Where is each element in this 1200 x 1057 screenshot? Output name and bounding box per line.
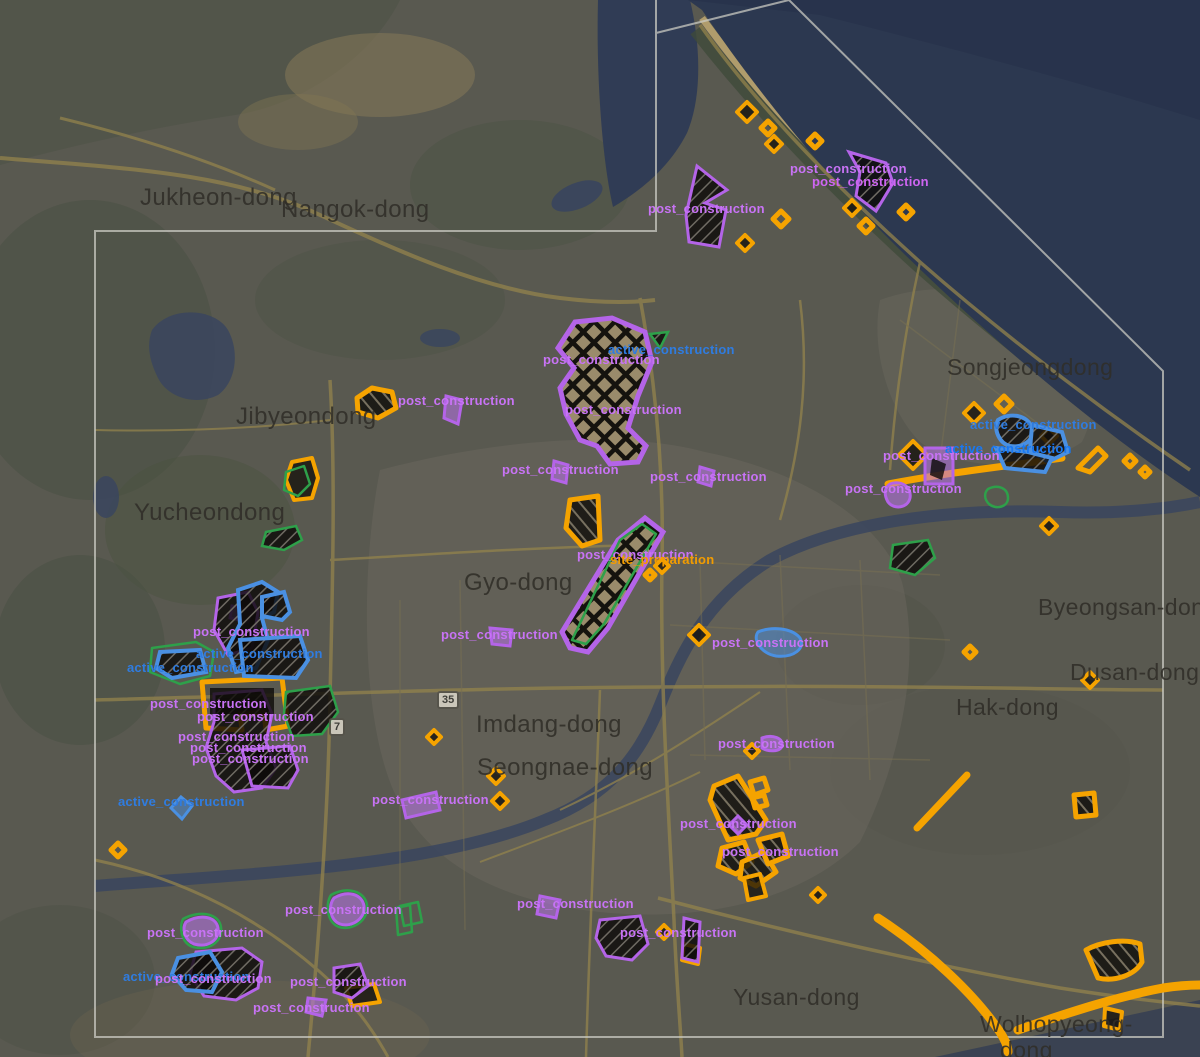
site_preparation-annotation-polygon[interactable] <box>811 888 825 902</box>
site_preparation-annotation-polygon[interactable] <box>744 874 766 900</box>
road-badge: 7 <box>329 718 345 736</box>
place-label: Gyo-dong <box>464 569 573 597</box>
site_preparation-annotation-polygon[interactable] <box>1086 941 1142 979</box>
map-canvas[interactable]: Jukheon-dongNangok-dong Jibyeondong Yucheo… <box>0 0 1200 1057</box>
site_preparation-annotation-polygon[interactable] <box>427 730 441 744</box>
green-outline-annotation-polygon[interactable] <box>890 540 935 575</box>
active_construction-annotation-polygon[interactable] <box>262 592 290 620</box>
annotation-label-post_construction: post_construction <box>193 624 310 639</box>
site_preparation-annotation-polygon[interactable] <box>111 843 125 857</box>
annotation-label-post_construction: post_construction <box>290 974 407 989</box>
annotation-label-post_construction: post_construction <box>285 902 402 917</box>
site_preparation-annotation-polygon[interactable] <box>1078 448 1106 472</box>
annotation-label-active_construction: active_construction <box>608 342 735 357</box>
place-label: Imdang-dong <box>476 711 622 739</box>
annotation-label-post_construction: post_construction <box>398 393 515 408</box>
place-label: Dusan-dong <box>1070 659 1199 686</box>
place-label: Yucheondong <box>134 499 285 527</box>
annotation-label-post_construction: post_construction <box>147 925 264 940</box>
annotation-label-post_construction: post_construction <box>812 174 929 189</box>
road-badge: 35 <box>437 691 459 709</box>
annotation-label-active_construction: active_construction <box>196 646 323 661</box>
place-label: Byeongsan-dong <box>1038 594 1200 621</box>
site_preparation-annotation-polygon[interactable] <box>1124 455 1136 467</box>
site_preparation-annotation-polygon[interactable] <box>773 211 789 227</box>
site_preparation-annotation-polygon[interactable] <box>859 219 873 233</box>
annotation-label-post_construction: post_construction <box>197 709 314 724</box>
annotation-label-post_construction: post_construction <box>372 792 489 807</box>
site_preparation-annotation-polygon[interactable] <box>761 121 775 135</box>
site_preparation-annotation-polygon[interactable] <box>1041 518 1057 534</box>
annotation-label-post_construction: post_construction <box>650 469 767 484</box>
annotation-label-active_construction: active_construction <box>118 794 245 809</box>
place-label: Seongnae-dong <box>477 754 653 782</box>
annotation-label-post_construction: post_construction <box>155 971 272 986</box>
place-label: Jukheon-dong <box>140 184 297 212</box>
place-label: Wolhopyeong- <box>980 1011 1133 1038</box>
annotation-label-post_construction: post_construction <box>680 816 797 831</box>
place-label: Songjeongdong <box>947 354 1113 381</box>
site_preparation-annotation-polygon[interactable] <box>1140 467 1150 477</box>
annotation-label-post_construction: post_construction <box>845 481 962 496</box>
annotation-label-post_construction: post_construction <box>517 896 634 911</box>
annotation-label-post_construction: post_construction <box>565 402 682 417</box>
site_preparation-annotation-polygon[interactable] <box>737 235 753 251</box>
annotation-label-active_construction: active_construction <box>127 660 254 675</box>
place-label: dong <box>1000 1037 1053 1057</box>
annotation-label-active_construction: active_construction <box>945 441 1072 456</box>
annotation-label-post_construction: post_construction <box>502 462 619 477</box>
annotation-label-post_construction: post_construction <box>620 925 737 940</box>
green-outline-annotation-polygon[interactable] <box>985 487 1008 507</box>
annotation-label-post_construction: post_construction <box>253 1000 370 1015</box>
place-label: Nangok-dong <box>281 196 430 224</box>
place-label: Hak-dong <box>956 694 1059 721</box>
annotation-label-active_construction: active_construction <box>970 417 1097 432</box>
place-label: Jibyeondong <box>236 403 377 431</box>
annotation-label-post_construction: post_construction <box>712 635 829 650</box>
site_preparation-annotation-polygon[interactable] <box>766 136 782 152</box>
annotation-label-post_construction: post_construction <box>192 751 309 766</box>
annotation-label-post_construction: post_construction <box>718 736 835 751</box>
place-label: Yusan-dong <box>733 984 860 1011</box>
site_preparation-annotation-polygon[interactable] <box>964 646 976 658</box>
annotation-label-site_preparation: site_preparation <box>610 552 714 567</box>
annotation-label-post_construction: post_construction <box>441 627 558 642</box>
annotation-label-post_construction: post_construction <box>648 201 765 216</box>
annotation-label-post_construction: post_construction <box>722 844 839 859</box>
site_preparation-annotation-polygon[interactable] <box>1074 793 1096 817</box>
